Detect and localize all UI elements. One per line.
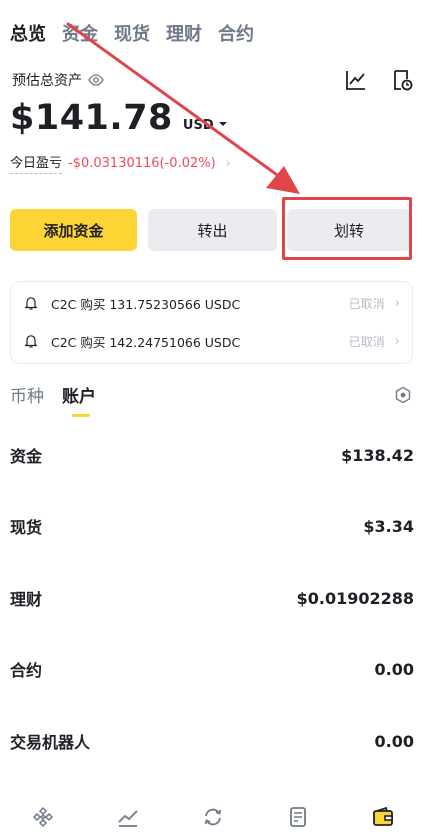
tab-funding[interactable]: 资金 <box>62 20 98 46</box>
account-view-tabs: 币种 账户 <box>10 382 114 417</box>
account-row-earn[interactable]: 理财 $0.01902288 <box>10 586 414 610</box>
chevron-right-icon: › <box>394 333 400 349</box>
caret-down-icon[interactable] <box>218 114 228 126</box>
notice-text: C2C 购买 142.24751066 USDC <box>51 334 241 350</box>
account-value: $3.34 <box>363 516 414 536</box>
transfer-button[interactable]: 划转 <box>287 209 411 251</box>
eye-icon[interactable] <box>88 72 104 88</box>
tab-earn[interactable]: 理财 <box>166 20 202 46</box>
notice-card: C2C 购买 131.75230566 USDC 已取消 › C2C 购买 14… <box>10 281 413 364</box>
account-value: 0.00 <box>374 659 414 679</box>
daily-pnl-value: -$0.03130116(-0.02%) <box>68 155 216 171</box>
account-row-funding[interactable]: 资金 $138.42 <box>10 443 414 467</box>
account-name: 资金 <box>10 447 43 466</box>
chart-icon[interactable] <box>344 68 368 92</box>
tab-coins[interactable]: 币种 <box>10 382 44 417</box>
chevron-right-icon: › <box>225 156 231 170</box>
daily-pnl-row[interactable]: 今日盈亏 -$0.03130116(-0.02%) › <box>10 152 231 174</box>
add-funds-button[interactable]: 添加资金 <box>10 209 137 251</box>
chevron-right-icon: › <box>394 295 400 311</box>
trade-icon[interactable] <box>201 805 225 829</box>
account-row-spot[interactable]: 现货 $3.34 <box>10 514 414 538</box>
notice-item[interactable]: C2C 购买 131.75230566 USDC 已取消 › <box>11 284 412 322</box>
account-name: 交易机器人 <box>10 733 91 752</box>
account-name: 合约 <box>10 661 43 680</box>
account-value: $138.42 <box>341 445 414 465</box>
wallet-icon[interactable] <box>371 805 395 829</box>
notice-status: 已取消 <box>348 296 385 311</box>
bell-icon <box>23 295 39 311</box>
estimated-assets-row: 预估总资产 <box>12 70 104 90</box>
notice-item[interactable]: C2C 购买 142.24751066 USDC 已取消 › <box>11 322 412 360</box>
daily-pnl-label: 今日盈亏 <box>10 152 63 174</box>
futures-icon[interactable] <box>286 805 310 829</box>
header-actions <box>322 68 414 92</box>
account-name: 现货 <box>10 518 43 537</box>
account-name: 理财 <box>10 590 43 609</box>
history-icon[interactable] <box>390 68 414 92</box>
tab-futures[interactable]: 合约 <box>218 20 254 46</box>
tab-spot[interactable]: 现货 <box>114 20 150 46</box>
account-value: $0.01902288 <box>296 588 414 608</box>
account-row-trading-bots[interactable]: 交易机器人 0.00 <box>10 729 414 753</box>
currency-selector[interactable]: USD <box>183 118 214 133</box>
home-icon[interactable] <box>31 805 55 829</box>
tab-accounts[interactable]: 账户 <box>62 382 96 417</box>
bottom-navigation <box>0 800 426 834</box>
top-tab-bar: 总览 资金 现货 理财 合约 <box>10 18 270 48</box>
balance-row: $141.78 USD <box>10 98 228 138</box>
account-value: 0.00 <box>374 731 414 751</box>
transfer-out-button[interactable]: 转出 <box>148 209 277 251</box>
hexagon-settings-icon[interactable] <box>394 386 412 404</box>
tab-overview[interactable]: 总览 <box>10 20 46 46</box>
bell-icon <box>23 333 39 349</box>
total-balance: $141.78 <box>10 98 173 138</box>
notice-text: C2C 购买 131.75230566 USDC <box>51 296 241 312</box>
notice-status: 已取消 <box>348 334 385 349</box>
account-row-futures[interactable]: 合约 0.00 <box>10 657 414 681</box>
estimated-assets-label: 预估总资产 <box>12 73 82 89</box>
markets-icon[interactable] <box>116 805 140 829</box>
